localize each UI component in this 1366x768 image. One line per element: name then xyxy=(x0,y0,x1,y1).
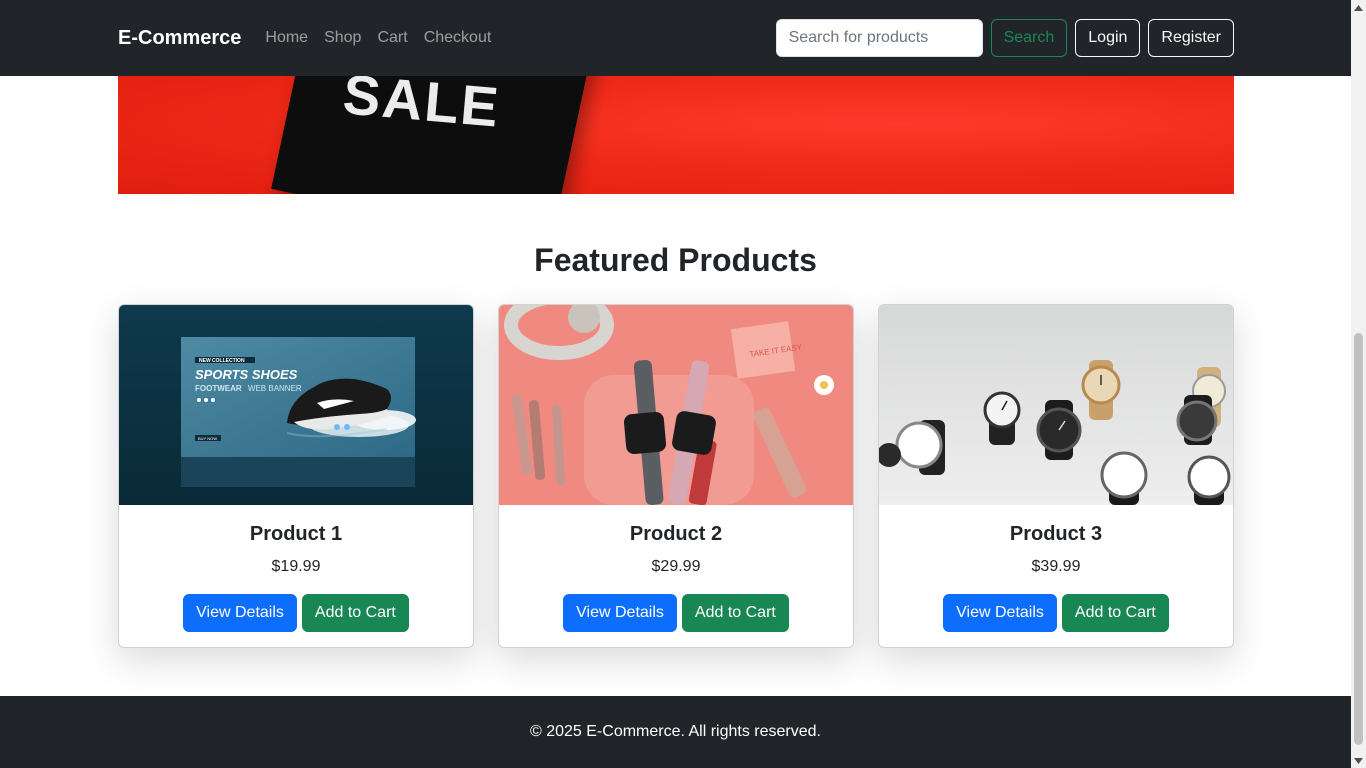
product-image-sports-shoes: NEW COLLECTION SPORTS SHOES FOOTWEAR WEB… xyxy=(119,305,473,505)
shoe-banner-buy: BUY NOW xyxy=(198,436,217,441)
product-image-wrist-watches xyxy=(879,305,1233,505)
login-button[interactable]: Login xyxy=(1075,19,1141,57)
product-grid: NEW COLLECTION SPORTS SHOES FOOTWEAR WEB… xyxy=(118,304,1234,648)
nav-link-home[interactable]: Home xyxy=(265,29,308,47)
navbar: E-Commerce Home Shop Cart Checkout Searc… xyxy=(0,0,1351,76)
product-actions: View Details Add to Cart xyxy=(119,594,473,632)
product-card-1: NEW COLLECTION SPORTS SHOES FOOTWEAR WEB… xyxy=(118,304,474,648)
footer: © 2025 E-Commerce. All rights reserved. xyxy=(0,696,1351,768)
search-input[interactable] xyxy=(775,19,983,57)
product-image-smartwatches: TAKE IT EASY xyxy=(499,305,853,505)
view-details-button[interactable]: View Details xyxy=(563,594,677,632)
product-actions: View Details Add to Cart xyxy=(499,594,853,632)
nav-actions: Search Login Register xyxy=(775,19,1234,57)
view-details-button[interactable]: View Details xyxy=(943,594,1057,632)
brand-link[interactable]: E-Commerce xyxy=(118,27,241,50)
nav-links: Home Shop Cart Checkout xyxy=(265,29,491,47)
product-name: Product 2 xyxy=(629,523,723,545)
product-actions: View Details Add to Cart xyxy=(879,594,1233,632)
register-button[interactable]: Register xyxy=(1148,19,1234,57)
product-price: $39.99 xyxy=(1031,558,1081,575)
product-name: Product 1 xyxy=(249,523,343,545)
product-card-body: Product 2 $29.99 View Details Add to Car… xyxy=(499,505,853,632)
scroll-down-arrow-icon[interactable] xyxy=(1351,753,1366,768)
page-scrollbar[interactable] xyxy=(1351,0,1366,768)
product-name: Product 3 xyxy=(1009,523,1103,545)
svg-text:FOOTWEAR WEB BANNER: FOOTWEAR WEB BANNER xyxy=(195,384,302,393)
scroll-up-arrow-icon[interactable] xyxy=(1351,0,1366,15)
section-title: Featured Products xyxy=(534,242,817,278)
product-card-3: Product 3 $39.99 View Details Add to Car… xyxy=(878,304,1234,648)
product-price: $29.99 xyxy=(651,558,701,575)
shoe-banner-subhead: FOOTWEAR xyxy=(195,384,242,393)
copyright-text: © 2025 E-Commerce. All rights reserved. xyxy=(529,723,821,740)
nav-link-cart[interactable]: Cart xyxy=(377,29,407,47)
view-details-button[interactable]: View Details xyxy=(183,594,297,632)
product-card-2: TAKE IT EASY Product 2 $29.99 View Detai… xyxy=(498,304,854,648)
add-to-cart-button[interactable]: Add to Cart xyxy=(681,594,789,632)
nav-link-checkout[interactable]: Checkout xyxy=(424,29,492,47)
hero-banner: SALE xyxy=(118,76,1234,194)
shoe-banner-headline: SPORTS SHOES xyxy=(195,367,298,382)
nav-link-shop[interactable]: Shop xyxy=(324,29,361,47)
product-card-body: Product 3 $39.99 View Details Add to Car… xyxy=(879,505,1233,632)
add-to-cart-button[interactable]: Add to Cart xyxy=(1061,594,1169,632)
product-card-body: Product 1 $19.99 View Details Add to Car… xyxy=(119,505,473,632)
scrollbar-thumb[interactable] xyxy=(1354,333,1363,745)
shoe-banner-badge: NEW COLLECTION xyxy=(199,358,245,364)
search-button[interactable]: Search xyxy=(990,19,1068,57)
product-price: $19.99 xyxy=(271,558,321,575)
shoe-banner-subhead-suffix: WEB BANNER xyxy=(248,384,302,393)
add-to-cart-button[interactable]: Add to Cart xyxy=(301,594,409,632)
